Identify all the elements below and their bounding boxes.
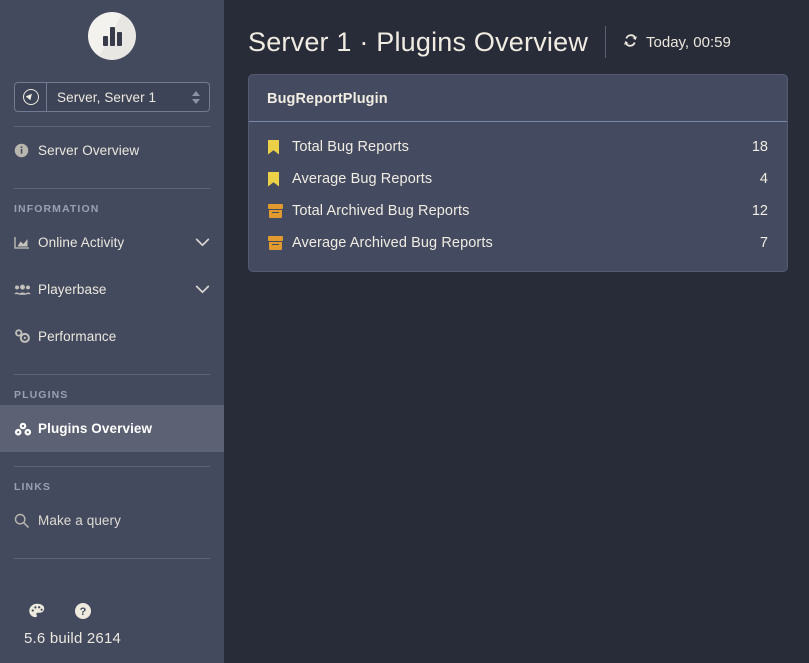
sidebar-item-label: Online Activity bbox=[38, 235, 195, 250]
stat-value: 7 bbox=[760, 235, 768, 251]
stat-row: Total Archived Bug Reports 12 bbox=[249, 195, 787, 227]
app-logo bbox=[0, 0, 224, 66]
sidebar-item-performance[interactable]: Performance bbox=[0, 313, 224, 360]
bookmark-icon bbox=[268, 140, 292, 155]
archive-icon bbox=[268, 236, 292, 250]
server-selector-row: Server, Server 1 bbox=[0, 66, 224, 112]
chevron-down-icon[interactable] bbox=[195, 283, 210, 296]
archive-icon bbox=[268, 204, 292, 218]
stat-label: Total Bug Reports bbox=[292, 139, 752, 155]
cogs-icon bbox=[14, 329, 38, 344]
page-title: Server 1 · Plugins Overview bbox=[248, 27, 588, 58]
cubes-icon bbox=[14, 422, 38, 436]
sort-updown-icon[interactable] bbox=[183, 83, 209, 111]
plugin-card: BugReportPlugin Total Bug Reports 18 Ave… bbox=[248, 74, 788, 272]
question-circle-icon[interactable]: ? bbox=[74, 602, 92, 620]
server-selector[interactable]: Server, Server 1 bbox=[14, 82, 210, 112]
stat-row: Average Archived Bug Reports 7 bbox=[249, 227, 787, 259]
sidebar-item-plugins-overview[interactable]: Plugins Overview bbox=[0, 405, 224, 452]
sidebar-section-plugins: PLUGINS bbox=[0, 375, 224, 405]
refresh-button[interactable]: Today, 00:59 bbox=[623, 33, 731, 52]
stat-row: Total Bug Reports 18 bbox=[249, 131, 787, 163]
plugin-card-body: Total Bug Reports 18 Average Bug Reports… bbox=[249, 122, 787, 271]
stat-label: Average Archived Bug Reports bbox=[292, 235, 760, 251]
divider bbox=[14, 558, 210, 559]
sidebar-item-label: Playerbase bbox=[38, 282, 195, 297]
sidebar-section-information: INFORMATION bbox=[0, 189, 224, 219]
version-label: 5.6 build 2614 bbox=[14, 630, 210, 647]
sidebar-footer: ? 5.6 build 2614 bbox=[0, 588, 224, 663]
refresh-label: Today, 00:59 bbox=[646, 34, 731, 51]
bar-chart-logo-icon bbox=[88, 12, 136, 60]
bookmark-icon bbox=[268, 172, 292, 187]
stat-value: 4 bbox=[760, 171, 768, 187]
server-selector-value: Server, Server 1 bbox=[47, 83, 183, 111]
plugin-card-title: BugReportPlugin bbox=[249, 75, 787, 122]
compass-icon bbox=[15, 83, 47, 111]
sidebar-item-label: Performance bbox=[38, 329, 210, 344]
chevron-down-icon[interactable] bbox=[195, 236, 210, 249]
sync-refresh-icon bbox=[623, 33, 638, 52]
sidebar-item-label: Plugins Overview bbox=[38, 421, 210, 436]
stat-value: 12 bbox=[752, 203, 768, 219]
stat-row: Average Bug Reports 4 bbox=[249, 163, 787, 195]
sidebar-item-label: Server Overview bbox=[38, 143, 210, 158]
sidebar: Server, Server 1 Server Overview INFORMA… bbox=[0, 0, 224, 663]
stat-label: Total Archived Bug Reports bbox=[292, 203, 752, 219]
stat-label: Average Bug Reports bbox=[292, 171, 760, 187]
sidebar-item-label: Make a query bbox=[38, 513, 210, 528]
page-header: Server 1 · Plugins Overview Today, 00:59 bbox=[224, 0, 809, 66]
sidebar-item-playerbase[interactable]: Playerbase bbox=[0, 266, 224, 313]
users-icon bbox=[14, 283, 38, 296]
sidebar-section-links: LINKS bbox=[0, 467, 224, 497]
stat-value: 18 bbox=[752, 139, 768, 155]
info-circle-icon bbox=[14, 143, 38, 158]
sidebar-item-make-a-query[interactable]: Make a query bbox=[0, 497, 224, 544]
main-content: Server 1 · Plugins Overview Today, 00:59… bbox=[224, 0, 809, 663]
chart-area-icon bbox=[14, 236, 38, 250]
palette-icon[interactable] bbox=[28, 602, 46, 620]
sidebar-item-server-overview[interactable]: Server Overview bbox=[0, 127, 224, 174]
header-separator bbox=[605, 26, 606, 58]
search-icon bbox=[14, 513, 38, 528]
sidebar-item-online-activity[interactable]: Online Activity bbox=[0, 219, 224, 266]
svg-text:?: ? bbox=[80, 606, 87, 618]
